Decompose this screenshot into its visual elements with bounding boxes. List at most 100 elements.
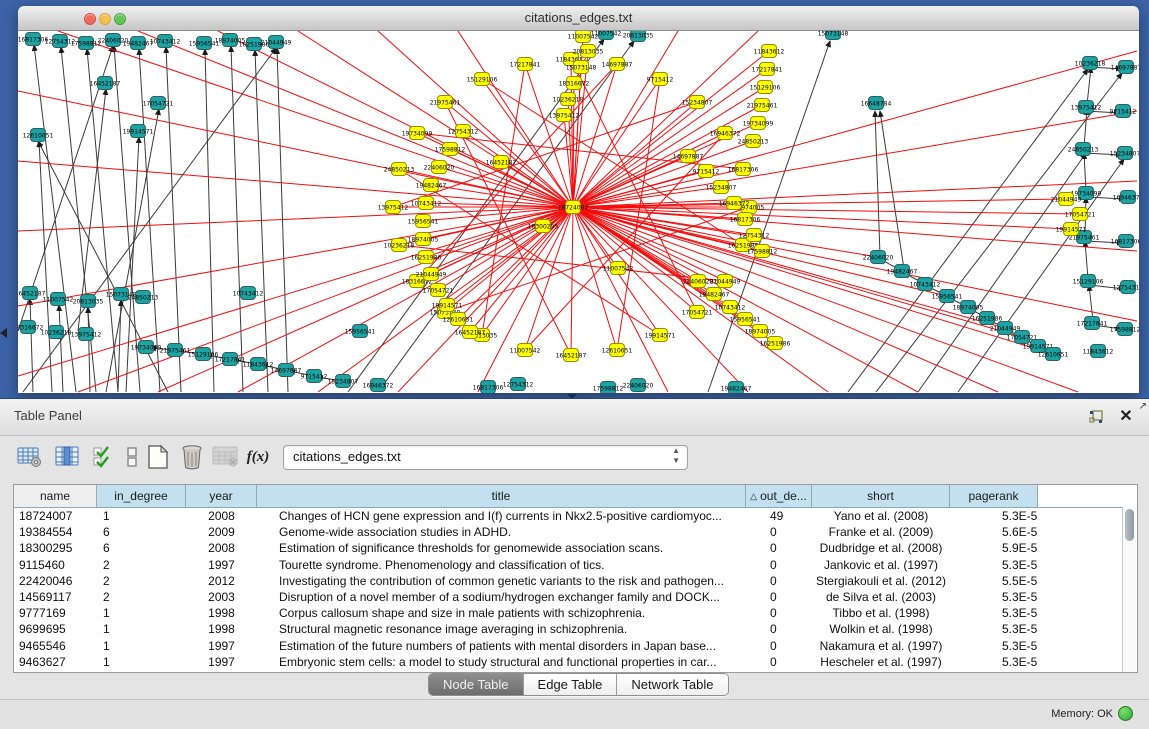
cell-short: Tibbo et al. (1998): [812, 605, 950, 621]
zoom-window-button[interactable]: [114, 13, 126, 25]
citation-network-graph[interactable]: 1681730612754312175988122240602019482467…: [18, 31, 1139, 393]
float-panel-icon[interactable]: [1087, 408, 1105, 426]
cell-title: Estimation of the future numbers of pati…: [257, 638, 746, 654]
svg-text:13975412: 13975412: [378, 205, 409, 212]
tab-network-table[interactable]: Network Table: [617, 674, 727, 695]
svg-text:18300295: 18300295: [528, 224, 559, 231]
svg-text:17217841: 17217841: [510, 62, 541, 69]
cell-title: Tourette syndrome. Phenomenology and cla…: [257, 557, 746, 573]
svg-text:22406020: 22406020: [623, 383, 654, 390]
cell-in_degree: 6: [97, 540, 186, 556]
show-columns-button[interactable]: [54, 442, 82, 472]
table-row[interactable]: 946362711997Embryonic stem cells: a mode…: [14, 654, 1137, 670]
table-vertical-scrollbar[interactable]: [1122, 507, 1137, 672]
column-header-title[interactable]: title: [257, 485, 746, 507]
svg-text:12754312: 12754312: [1113, 285, 1139, 292]
svg-text:15073148: 15073148: [818, 31, 849, 38]
cell-in_degree: 1: [97, 638, 186, 654]
table-row[interactable]: 911546021997Tourette syndrome. Phenomeno…: [14, 557, 1137, 573]
table-row[interactable]: 969969511998Structural magnetic resonanc…: [14, 621, 1137, 637]
unselect-all-columns-button[interactable]: [118, 442, 146, 472]
tab-edge-table[interactable]: Edge Table: [524, 674, 618, 695]
cell-in_degree: 1: [97, 605, 186, 621]
cell-out_de: 0: [746, 540, 812, 556]
table-row[interactable]: 2242004622012Investigating the contribut…: [14, 573, 1137, 589]
cell-short: Hescheler et al. (1997): [812, 654, 950, 670]
svg-text:19734099: 19734099: [402, 131, 433, 138]
table-settings-button[interactable]: [16, 442, 44, 472]
cell-short: de Silva et al. (2003): [812, 589, 950, 605]
svg-text:16452187: 16452187: [18, 291, 45, 298]
function-builder-button[interactable]: f(x): [244, 442, 272, 472]
column-header-year[interactable]: year: [186, 485, 257, 507]
svg-text:15129106: 15129106: [750, 85, 781, 92]
svg-text:15956541: 15956541: [932, 294, 963, 301]
resize-corner-icon[interactable]: ↗: [1139, 401, 1147, 412]
cell-pagerank: 5.5E-5: [950, 573, 1038, 589]
delete-table-button[interactable]: [212, 442, 240, 472]
minimize-window-button[interactable]: [99, 13, 111, 25]
tab-node-table[interactable]: Node Table: [429, 674, 524, 695]
table-header-row: namein_degreeyeartitle△out_de...shortpag…: [14, 485, 1137, 508]
svg-text:14697887: 14697887: [271, 368, 302, 375]
svg-text:17598812: 17598812: [1110, 327, 1139, 334]
svg-text:19914571: 19914571: [432, 303, 463, 310]
column-header-name[interactable]: name: [14, 485, 97, 507]
cell-year: 2009: [186, 524, 257, 540]
column-header-out_de[interactable]: △out_de...: [746, 485, 812, 507]
svg-text:17054721: 17054721: [682, 310, 713, 317]
window-titlebar[interactable]: citations_edges.txt: [18, 6, 1139, 31]
svg-text:9715412: 9715412: [647, 77, 674, 84]
svg-text:17217841: 17217841: [752, 67, 783, 74]
collapsed-west-panel-arrow-icon[interactable]: [0, 328, 7, 338]
svg-text:20813035: 20813035: [573, 49, 604, 56]
cell-short: Stergiakouli et al. (2012): [812, 573, 950, 589]
dropdown-arrows-icon: ▲▼: [672, 446, 680, 466]
svg-text:21975461: 21975461: [430, 100, 461, 107]
svg-text:17054721: 17054721: [143, 101, 174, 108]
scrollbar-thumb[interactable]: [1125, 509, 1134, 541]
function-builder-label: f(x): [247, 449, 270, 466]
table-row[interactable]: 977716911998Corpus callosum shape and si…: [14, 605, 1137, 621]
svg-text:16648784: 16648784: [861, 101, 892, 108]
new-document-button[interactable]: [144, 442, 172, 472]
network-window: citations_edges.txt 16817306127543121759…: [18, 6, 1139, 393]
cell-pagerank: 5.3E-5: [950, 589, 1038, 605]
svg-text:21044949: 21044949: [416, 272, 447, 279]
column-header-short[interactable]: short: [812, 485, 950, 507]
svg-text:24850213: 24850213: [738, 139, 769, 146]
close-window-button[interactable]: [84, 13, 96, 25]
memory-status-indicator-icon[interactable]: [1118, 706, 1133, 721]
table-selector-dropdown[interactable]: citations_edges.txt ▲▼: [283, 445, 688, 470]
svg-text:17217841: 17217841: [1077, 321, 1108, 328]
svg-text:16452187: 16452187: [486, 160, 517, 167]
svg-text:19914571: 19914571: [645, 333, 676, 340]
cell-out_de: 0: [746, 638, 812, 654]
cell-name: 9699695: [14, 621, 97, 637]
cell-year: 1998: [186, 605, 257, 621]
svg-text:12754312: 12754312: [739, 233, 770, 240]
svg-text:19734099: 19734099: [131, 345, 162, 352]
svg-text:10236218: 10236218: [553, 97, 584, 104]
table-row[interactable]: 946554611997Estimation of the future num…: [14, 638, 1137, 654]
table-row[interactable]: 1938455462009Genome-wide association stu…: [14, 524, 1137, 540]
cell-title: Corpus callosum shape and size in male p…: [257, 605, 746, 621]
cell-in_degree: 2: [97, 557, 186, 573]
table-panel: Table Panel ↗ ✕: [0, 398, 1149, 728]
delete-rows-button[interactable]: [178, 442, 206, 472]
svg-text:19482467: 19482467: [416, 183, 447, 190]
svg-text:10743412: 10743412: [910, 282, 941, 289]
network-canvas[interactable]: 1681730612754312175988122240602019482467…: [18, 31, 1139, 393]
table-row[interactable]: 1872400712008Changes of HCN gene express…: [14, 508, 1137, 524]
close-panel-icon[interactable]: ✕: [1117, 408, 1135, 426]
svg-text:15956541: 15956541: [408, 219, 439, 226]
table-row[interactable]: 1456911722003Disruption of a novel membe…: [14, 589, 1137, 605]
table-row[interactable]: 1830029562008Estimation of significance …: [14, 540, 1137, 556]
cell-name: 19384554: [14, 524, 97, 540]
column-header-pagerank[interactable]: pagerank: [950, 485, 1038, 507]
column-header-in_degree[interactable]: in_degree: [97, 485, 186, 507]
select-all-columns-button[interactable]: [90, 442, 118, 472]
svg-text:10236218: 10236218: [384, 243, 415, 250]
svg-text:15234807: 15234807: [682, 100, 713, 107]
cell-pagerank: 5.3E-5: [950, 638, 1038, 654]
